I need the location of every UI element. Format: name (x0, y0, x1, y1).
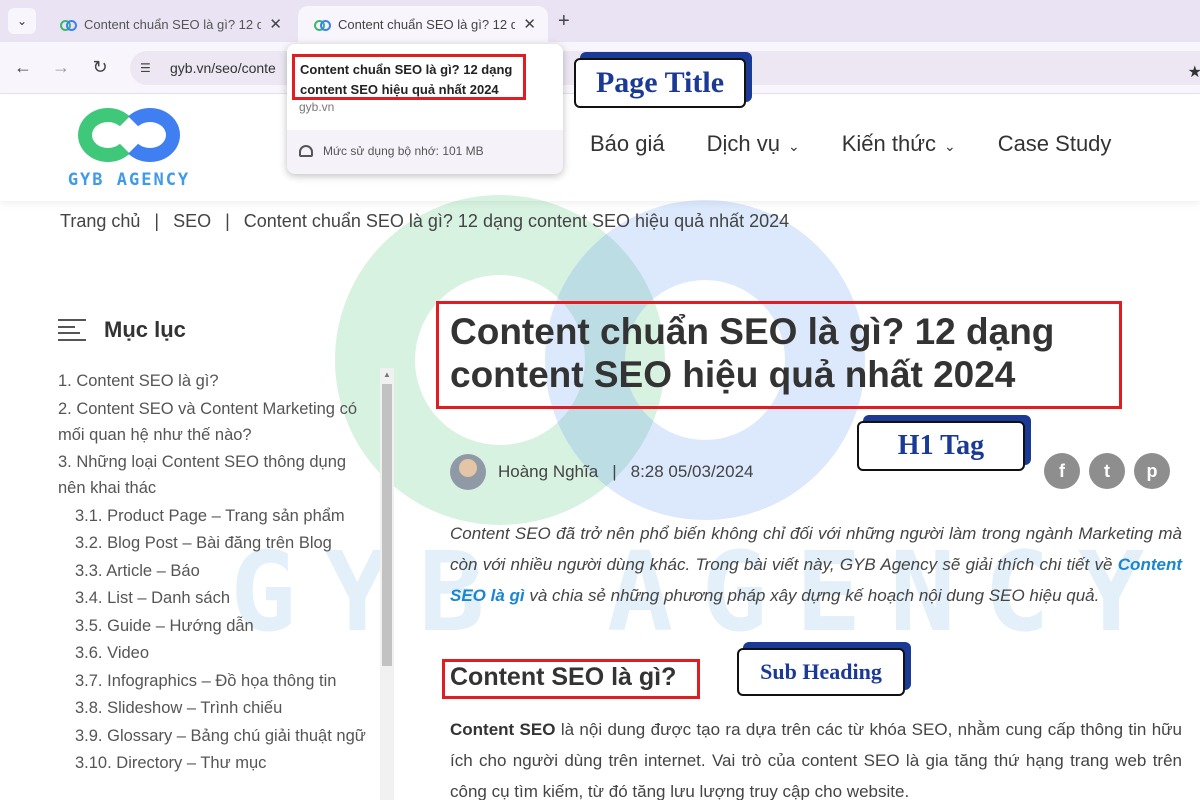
toc-item[interactable]: 3.4. List – Danh sách (58, 585, 378, 611)
hover-card-memory: Mức sử dụng bộ nhớ: 101 MB (299, 144, 484, 158)
list-icon (58, 319, 86, 341)
tab-title: Content chuẩn SEO là gì? 12 dạ (84, 16, 262, 32)
hover-card-domain: gyb.vn (299, 100, 335, 114)
memory-usage-text: Mức sử dụng bộ nhớ: 101 MB (323, 144, 484, 158)
close-icon[interactable]: ✕ (269, 15, 282, 33)
tab-hover-card: Content chuẩn SEO là gì? 12 dạng content… (287, 44, 563, 174)
close-icon[interactable]: ✕ (523, 15, 536, 33)
main-nav: Báo giá Dịch vụ ⌄ Kiến thức ⌄ Case Study (590, 131, 1111, 157)
nav-item-bao-gia[interactable]: Báo giá (590, 131, 665, 157)
tab-search-menu-button[interactable]: ⌄ (8, 8, 36, 34)
breadcrumb-separator: | (225, 211, 230, 231)
new-tab-button[interactable]: + (558, 10, 570, 33)
twitter-icon[interactable]: t (1089, 453, 1125, 489)
reload-icon[interactable]: ↻ (87, 54, 113, 80)
facebook-icon[interactable]: f (1044, 453, 1080, 489)
toc-list: 1. Content SEO là gì? 2. Content SEO và … (58, 368, 378, 778)
forward-arrow-icon[interactable]: → (48, 54, 74, 80)
breadcrumb-separator: | (154, 211, 160, 231)
article-body: Content SEO là nội dung được tạo ra dựa … (450, 720, 1182, 800)
sub-heading-callout: Sub Heading (737, 648, 905, 696)
toc-item[interactable]: 3.1. Product Page – Trang sản phẩm (58, 503, 378, 529)
share-buttons: f t p (1044, 453, 1179, 489)
meta-separator: | (612, 462, 617, 481)
article-intro: Content SEO đã trở nên phổ biến không ch… (450, 524, 1182, 605)
browser-tab-bar: ⌄ Content chuẩn SEO là gì? 12 dạ ✕ Conte… (0, 0, 1200, 42)
logo-text: GYB AGENCY (67, 170, 191, 190)
tab-title: Content chuẩn SEO là gì? 12 dạ (338, 16, 516, 32)
logo-mark-icon (78, 104, 180, 168)
author-name[interactable]: Hoàng Nghĩa (498, 462, 598, 482)
toc-item[interactable]: 1. Content SEO là gì? (58, 368, 378, 394)
chevron-down-icon: ⌄ (943, 137, 956, 154)
toc-item[interactable]: 3.2. Blog Post – Bài đăng trên Blog (58, 530, 378, 556)
browser-tab-2-active[interactable]: Content chuẩn SEO là gì? 12 dạ ✕ (298, 6, 548, 42)
toc-item[interactable]: 3.9. Glossary – Bảng chú giải thuật ngữ (58, 723, 378, 749)
memory-gauge-icon (299, 145, 313, 157)
nav-item-kien-thuc[interactable]: Kiến thức ⌄ (842, 131, 956, 157)
avatar (450, 454, 486, 490)
hover-card-title: Content chuẩn SEO là gì? 12 dạng content… (292, 54, 526, 100)
toc-item[interactable]: 3.10. Directory – Thư mục (58, 750, 378, 776)
toc-item[interactable]: 3.5. Guide – Hướng dẫn (58, 613, 378, 639)
nav-item-dich-vu[interactable]: Dịch vụ ⌄ (707, 131, 800, 157)
url-text[interactable]: gyb.vn/seo/conte (170, 60, 276, 76)
section-heading: Content SEO là gì? (450, 663, 677, 691)
publish-date: 8:28 05/03/2024 (630, 462, 754, 481)
pinterest-icon[interactable]: p (1134, 453, 1170, 489)
back-arrow-icon[interactable]: ← (10, 54, 36, 80)
toc-header[interactable]: Mục lục (58, 310, 398, 350)
toc-title: Mục lục (104, 317, 186, 342)
star-icon[interactable]: ★ (1188, 62, 1200, 82)
toc-item[interactable]: 3.7. Infographics – Đồ họa thông tin (58, 668, 378, 694)
h1-tag-callout: H1 Tag (857, 421, 1025, 471)
toc-scrollbar[interactable]: ▲ (380, 368, 394, 800)
toc-item[interactable]: 3. Những loại Content SEO thông dụng nên… (58, 449, 378, 501)
toc-item[interactable]: 3.3. Article – Báo (58, 558, 378, 584)
site-info-icon[interactable]: ☰ (140, 61, 158, 75)
breadcrumb-seo[interactable]: SEO (173, 211, 211, 232)
breadcrumb: Trang chủ | SEO | Content chuẩn SEO là g… (60, 211, 789, 232)
chevron-down-icon: ⌄ (787, 137, 800, 154)
favicon-icon (60, 19, 77, 31)
nav-item-case-study[interactable]: Case Study (998, 131, 1112, 157)
favicon-icon (314, 19, 331, 31)
browser-tab-1[interactable]: Content chuẩn SEO là gì? 12 dạ ✕ (44, 6, 294, 42)
toc-item[interactable]: 2. Content SEO và Content Marketing có m… (58, 396, 378, 448)
site-logo[interactable]: GYB AGENCY (56, 104, 202, 194)
article-title: Content chuẩn SEO là gì? 12 dạng content… (450, 311, 1055, 395)
author-meta: Hoàng Nghĩa | 8:28 05/03/2024 (450, 454, 754, 490)
table-of-contents: Mục lục 1. Content SEO là gì? 2. Content… (58, 310, 398, 800)
scrollbar-thumb[interactable] (382, 384, 392, 666)
toc-item[interactable]: 3.8. Slideshow – Trình chiếu (58, 695, 378, 721)
toc-item[interactable]: 3.6. Video (58, 640, 378, 666)
breadcrumb-home[interactable]: Trang chủ (60, 211, 140, 232)
page-title-callout: Page Title (574, 58, 746, 108)
scroll-up-icon[interactable]: ▲ (380, 368, 394, 382)
breadcrumb-current: Content chuẩn SEO là gì? 12 dạng content… (243, 211, 790, 231)
